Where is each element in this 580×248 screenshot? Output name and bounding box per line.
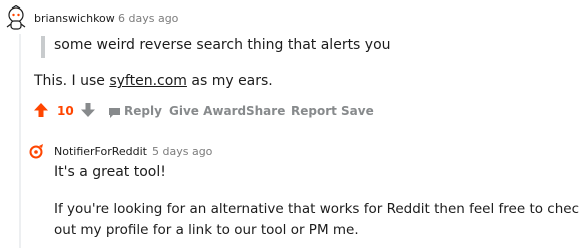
- vote-score: 10: [57, 104, 74, 118]
- comment-body: This. I use syften.com as my ears.: [34, 73, 273, 89]
- quote-bar: [41, 36, 45, 58]
- notifier-logo-icon[interactable]: [29, 143, 45, 159]
- comment-text: out my profile for a link to our tool or…: [54, 222, 359, 238]
- comment-author[interactable]: brianswichkow: [34, 12, 115, 25]
- give-award-button[interactable]: Give Award: [169, 104, 246, 118]
- comment-timestamp[interactable]: 5 days ago: [152, 145, 212, 158]
- comment-timestamp[interactable]: 6 days ago: [118, 12, 178, 25]
- reply-label: Reply: [124, 104, 162, 118]
- share-button[interactable]: Share: [246, 104, 285, 118]
- comment-text: as my ears.: [186, 73, 273, 89]
- comment-text: It's a great tool!: [54, 164, 166, 180]
- quoted-text: some weird reverse search thing that ale…: [54, 37, 391, 53]
- downvote-icon[interactable]: [80, 102, 96, 118]
- reply-icon: [108, 104, 121, 118]
- report-button[interactable]: Report: [291, 104, 337, 118]
- comment-text: If you're looking for an alternative tha…: [54, 201, 580, 217]
- comment-text: This. I use: [34, 73, 110, 89]
- upvote-icon[interactable]: [33, 102, 49, 118]
- syften-link[interactable]: syften.com: [109, 73, 187, 89]
- save-button[interactable]: Save: [341, 104, 374, 118]
- comment-author[interactable]: NotifierForReddit: [54, 145, 147, 158]
- thread-line[interactable]: [19, 34, 21, 248]
- snoo-avatar-icon[interactable]: [5, 4, 27, 31]
